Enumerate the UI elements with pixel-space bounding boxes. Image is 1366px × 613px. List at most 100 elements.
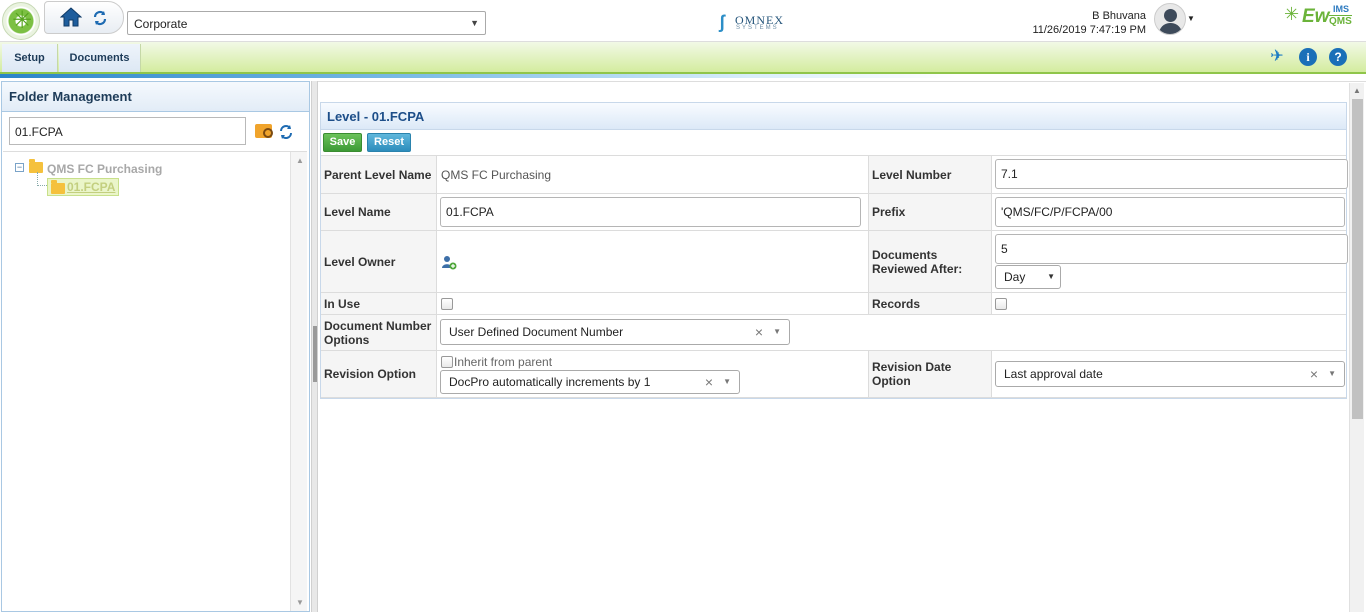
level-name-value-cell: 01.FCPA	[436, 194, 868, 230]
clear-icon[interactable]: ×	[755, 320, 763, 344]
save-button[interactable]: Save	[323, 133, 362, 152]
parent-level-name-value-cell: QMS FC Purchasing	[436, 156, 868, 193]
scroll-up-icon[interactable]: ▲	[296, 156, 304, 165]
documents-reviewed-after-input[interactable]: 5	[995, 234, 1348, 264]
level-owner-label: Level Owner	[324, 254, 396, 269]
app-logo-icon[interactable]	[2, 2, 41, 40]
folder-search-icon[interactable]	[255, 124, 273, 138]
chevron-down-icon: ▼	[723, 377, 731, 386]
level-owner-value-cell	[436, 231, 868, 292]
pin-icon[interactable]: ✈	[1268, 48, 1286, 66]
scroll-down-icon[interactable]: ▼	[296, 598, 304, 607]
scrollbar-thumb[interactable]	[1352, 99, 1363, 419]
level-number-label: Level Number	[872, 167, 952, 182]
level-name-label-cell: Level Name	[321, 194, 436, 230]
level-number-value-cell: 7.1	[991, 156, 1348, 193]
main-menu-bar: Setup Documents ✈ i ?	[0, 42, 1366, 74]
records-value-cell	[991, 293, 1346, 314]
main-scrollbar[interactable]: ▲	[1349, 83, 1364, 612]
prefix-label-cell: Prefix	[868, 194, 991, 230]
clear-icon[interactable]: ×	[1310, 362, 1318, 386]
form-row-parent-level: Parent Level Name QMS FC Purchasing Leve…	[321, 155, 1348, 193]
info-icon[interactable]: i	[1299, 48, 1317, 66]
revision-option-select[interactable]: DocPro automatically increments by 1 × ▼	[440, 370, 740, 394]
reset-button[interactable]: Reset	[367, 133, 411, 152]
documents-reviewed-after-label: Documents Reviewed After:	[872, 247, 963, 276]
parent-level-name-label-cell: Parent Level Name	[321, 156, 436, 193]
tree-node-root[interactable]: QMS FC Purchasing	[47, 162, 162, 176]
prefix-value-cell: 'QMS/FC/P/FCPA/00	[991, 194, 1346, 230]
records-label: Records	[872, 296, 921, 311]
form-row-level-owner: Level Owner Documents Reviewed After: 5 …	[321, 230, 1348, 292]
in-use-value-cell	[436, 293, 868, 314]
refresh-icon[interactable]	[278, 124, 294, 140]
user-menu-caret-icon[interactable]: ▼	[1187, 14, 1195, 23]
level-owner-label-cell: Level Owner	[321, 231, 436, 292]
records-checkbox[interactable]	[995, 298, 1007, 310]
user-avatar-icon[interactable]	[1154, 3, 1186, 35]
panel-splitter[interactable]	[311, 81, 318, 612]
tree-node-selected[interactable]: 01.FCPA	[47, 178, 120, 196]
review-unit-value: Day	[1004, 270, 1026, 284]
records-label-cell: Records	[868, 293, 991, 314]
chevron-down-icon: ▼	[470, 18, 479, 28]
review-unit-select[interactable]: Day ▼	[995, 265, 1061, 289]
add-user-icon[interactable]	[441, 255, 457, 270]
revision-date-option-value: Last approval date	[1004, 367, 1103, 381]
level-name-input[interactable]: 01.FCPA	[440, 197, 861, 227]
level-details-panel: Level - 01.FCPA Save Reset Parent Level …	[318, 81, 1366, 612]
documents-reviewed-after-value-cell: 5 Day ▼	[991, 231, 1348, 292]
documents-reviewed-after-label-cell: Documents Reviewed After:	[868, 231, 991, 292]
tree-collapse-icon[interactable]: −	[15, 163, 24, 172]
form-row-revision-option: Revision Option Inherit from parent DocP…	[321, 350, 1346, 398]
tree-node-label: 01.FCPA	[67, 180, 116, 194]
splitter-grip[interactable]	[313, 326, 317, 382]
document-number-options-value: User Defined Document Number	[449, 325, 624, 339]
brand-star-icon: ✳	[1284, 4, 1300, 24]
form-row-in-use: In Use Records	[321, 292, 1346, 314]
chevron-down-icon: ▼	[1328, 369, 1336, 378]
in-use-label: In Use	[324, 296, 361, 311]
home-icon[interactable]	[60, 7, 82, 27]
level-number-label-cell: Level Number	[868, 156, 991, 193]
parent-level-name-value: QMS FC Purchasing	[441, 168, 552, 182]
refresh-icon[interactable]	[92, 10, 108, 26]
folder-search-input[interactable]: 01.FCPA	[9, 117, 246, 145]
revision-option-value: DocPro automatically increments by 1	[449, 375, 651, 389]
in-use-checkbox[interactable]	[441, 298, 453, 310]
document-number-options-label-cell: Document Number Options	[321, 315, 436, 350]
parent-level-name-label: Parent Level Name	[324, 167, 432, 182]
scroll-up-icon[interactable]: ▲	[1353, 86, 1361, 95]
level-form: Level - 01.FCPA Save Reset Parent Level …	[320, 102, 1348, 399]
help-icon[interactable]: ?	[1329, 48, 1347, 66]
tree-scrollbar[interactable]: ▲ ▼	[290, 152, 307, 611]
revision-date-option-select[interactable]: Last approval date × ▼	[995, 361, 1345, 387]
inherit-from-parent-label: Inherit from parent	[454, 355, 553, 369]
level-name-label: Level Name	[324, 205, 391, 219]
omnex-sub: SYSTEMS	[736, 25, 779, 31]
omnex-logo: ʃ OMNEX SYSTEMS	[719, 11, 809, 35]
folder-panel-title: Folder Management	[2, 82, 309, 112]
level-form-title: Level - 01.FCPA	[321, 103, 1346, 130]
folder-icon	[51, 180, 65, 194]
menu-documents[interactable]: Documents	[59, 44, 141, 72]
revision-option-label-cell: Revision Option	[321, 351, 436, 397]
document-number-options-select[interactable]: User Defined Document Number × ▼	[440, 319, 790, 345]
brand-qms: QMS	[1329, 15, 1352, 27]
form-row-document-number-options: Document Number Options User Defined Doc…	[321, 314, 1346, 350]
inherit-from-parent-checkbox[interactable]	[441, 356, 453, 368]
clear-icon[interactable]: ×	[705, 371, 713, 393]
header-divider	[0, 74, 1366, 78]
in-use-label-cell: In Use	[321, 293, 436, 314]
prefix-input[interactable]: 'QMS/FC/P/FCPA/00	[995, 197, 1345, 227]
tree-connector	[37, 172, 47, 186]
revision-date-option-value-cell: Last approval date × ▼	[991, 351, 1346, 397]
menu-setup[interactable]: Setup	[2, 44, 58, 72]
revision-option-label: Revision Option	[324, 367, 417, 381]
form-row-level-name: Level Name 01.FCPA Prefix 'QMS/FC/P/FCPA…	[321, 193, 1346, 230]
document-number-options-label: Document Number Options	[324, 318, 432, 347]
brand-ew: Ew	[1302, 6, 1330, 27]
organization-select[interactable]: Corporate ▼	[127, 11, 486, 35]
organization-select-value: Corporate	[134, 17, 188, 31]
level-number-input[interactable]: 7.1	[995, 159, 1348, 189]
